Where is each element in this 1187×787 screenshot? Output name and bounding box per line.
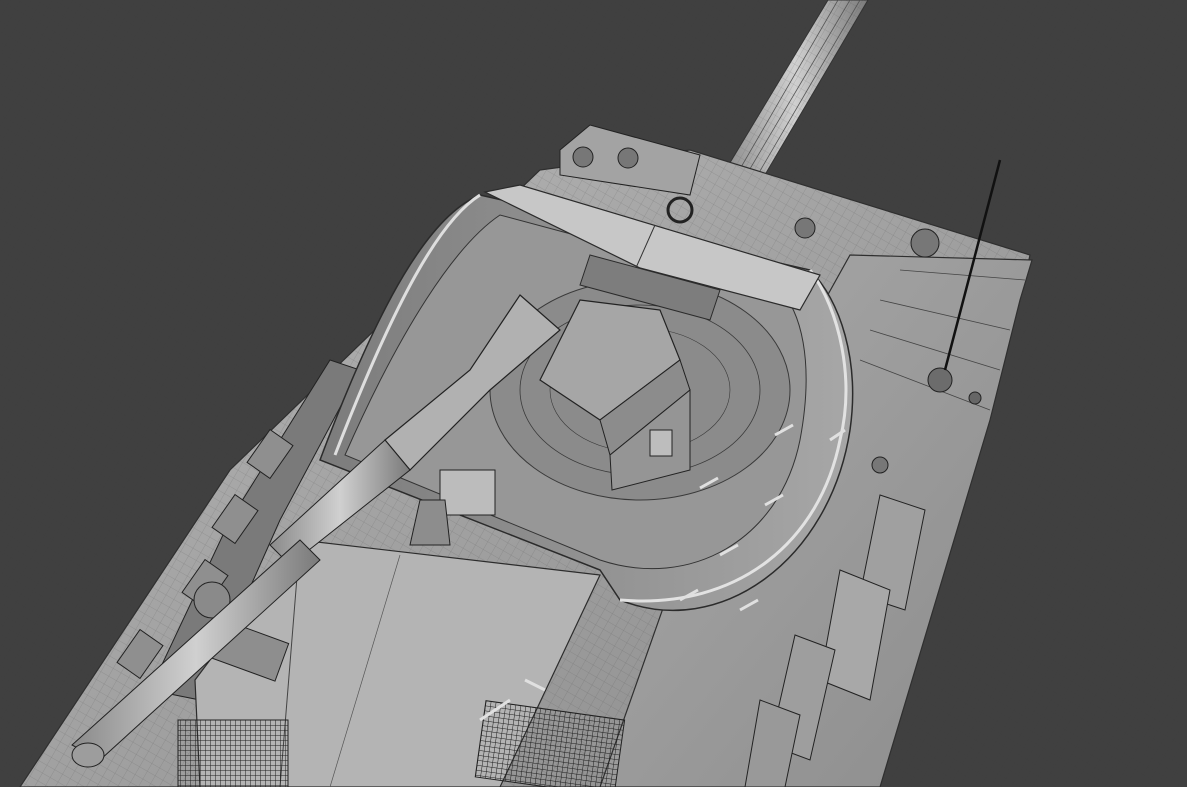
render-viewport: [0, 0, 1187, 787]
tank-render: [0, 0, 1187, 787]
